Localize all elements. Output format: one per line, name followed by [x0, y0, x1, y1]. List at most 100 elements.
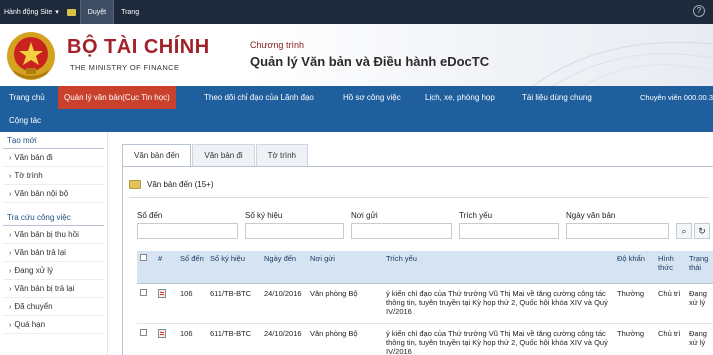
- filter-label-trich-yeu: Trích yếu: [459, 211, 493, 220]
- sidebar-item-label: Văn bản bị trả lại: [14, 284, 75, 293]
- panel-title-text: Văn bản đến (15+): [147, 180, 214, 189]
- col-header-noi-gui[interactable]: Nơi gửi: [307, 251, 383, 284]
- cell-trich-yeu[interactable]: ý kiến chỉ đạo của Thứ trưởng Vũ Thị Mai…: [383, 323, 614, 355]
- sidebar-section-lookup: Tra cứu công việc: [3, 209, 104, 226]
- filter-ngay-van-ban-input[interactable]: [566, 223, 669, 239]
- nav-shared-documents[interactable]: Tài liệu dùng chung: [522, 86, 592, 109]
- folder-icon: [129, 180, 141, 189]
- chevron-right-icon: ›: [9, 155, 12, 162]
- sidebar-item-overdue[interactable]: › Quá hạn: [3, 316, 104, 334]
- sidebar-item-label: Đang xử lý: [14, 266, 54, 275]
- program-label: Chương trình: [250, 40, 304, 50]
- col-header-hinh-thuc[interactable]: Hình thức: [655, 251, 686, 284]
- table-row[interactable]: 106 611/TB-BTC 24/10/2016 Văn phòng Bộ ý…: [137, 283, 713, 324]
- help-icon[interactable]: ?: [693, 5, 705, 17]
- filter-label-noi-gui: Nơi gửi: [351, 211, 378, 220]
- main-content: Văn bản đến Văn bản đi Tờ trình Văn bản …: [114, 132, 713, 355]
- chevron-right-icon: ›: [9, 322, 12, 329]
- ribbon-tab-page[interactable]: Trang: [114, 0, 146, 24]
- chevron-right-icon: ›: [9, 191, 12, 198]
- sidebar-item-label: Đã chuyển: [14, 302, 53, 311]
- filter-trich-yeu-input[interactable]: [459, 223, 559, 239]
- row-icon-cell: [155, 283, 177, 324]
- sidebar-item-transferred[interactable]: › Đã chuyển: [3, 298, 104, 316]
- national-emblem-icon: [7, 32, 55, 80]
- filter-so-den-input[interactable]: [137, 223, 238, 239]
- nav-schedule[interactable]: Lịch, xe, phòng họp: [425, 86, 495, 109]
- search-button[interactable]: ⌕: [676, 223, 692, 239]
- nav-home[interactable]: Trang chủ: [9, 86, 45, 109]
- cell-hinh-thuc: Chủ trì: [655, 323, 686, 355]
- brand-name: BỘ TÀI CHÍNH: [67, 36, 210, 58]
- filter-noi-gui-input[interactable]: [351, 223, 452, 239]
- panel-title: Văn bản đến (15+): [129, 180, 214, 189]
- document-tabs: Văn bản đến Văn bản đi Tờ trình: [122, 144, 309, 167]
- col-header-so-ky-hieu[interactable]: Số ký hiệu: [207, 251, 261, 284]
- tab-incoming[interactable]: Văn bản đến: [122, 144, 192, 167]
- row-checkbox[interactable]: [140, 328, 147, 336]
- col-header-trang-thai[interactable]: Trạng thái: [686, 251, 713, 284]
- sidebar-item-returned[interactable]: › Văn bản trả lại: [3, 244, 104, 262]
- sidebar-item-label: Văn bản nội bộ: [14, 189, 69, 198]
- cell-trang-thai: Đang xử lý: [686, 323, 713, 355]
- table-row[interactable]: 106 611/TB-BTC 24/10/2016 Văn phòng Bộ ý…: [137, 323, 713, 355]
- sidebar-item-internal[interactable]: › Văn bản nội bộ: [3, 185, 104, 203]
- select-all-checkbox[interactable]: [140, 254, 147, 261]
- select-all-checkbox-cell[interactable]: [137, 251, 155, 284]
- cell-trich-yeu[interactable]: ý kiến chỉ đạo của Thứ trưởng Vũ Thị Mai…: [383, 283, 614, 324]
- col-header-trich-yeu[interactable]: Trích yếu: [383, 251, 614, 284]
- cell-so-ky-hieu[interactable]: 611/TB-BTC: [207, 323, 261, 355]
- ribbon-tab-browse[interactable]: Duyệt: [79, 0, 115, 24]
- nav-document-management[interactable]: Quản lý văn bản(Cục Tin học): [58, 86, 176, 109]
- nav-work-records[interactable]: Hồ sơ công việc: [343, 86, 401, 109]
- cell-noi-gui: Văn phòng Bộ: [307, 283, 383, 324]
- sidebar-item-label: Tờ trình: [14, 171, 43, 180]
- sidebar-item-label: Văn bản bị thu hồi: [14, 230, 79, 239]
- chevron-down-icon: ▾: [55, 9, 59, 16]
- filter-label-ngay-van-ban: Ngày văn bản: [566, 211, 616, 220]
- chevron-right-icon: ›: [9, 173, 12, 180]
- nav-leadership-tracking[interactable]: Theo dõi chỉ đạo của Lãnh đạo: [204, 86, 314, 109]
- document-icon[interactable]: [158, 328, 166, 338]
- incoming-table: # Số đến Số ký hiệu Ngày đến Nơi gửi Trí…: [137, 251, 713, 355]
- sidebar-item-label: Văn bản trả lại: [14, 248, 66, 257]
- row-checkbox-cell: [137, 323, 155, 355]
- header-decoration: [532, 41, 713, 86]
- user-name[interactable]: Chuyên viên 000.00.3: [640, 86, 713, 109]
- folder-icon[interactable]: [66, 8, 76, 16]
- cell-trang-thai: Đang xử lý: [686, 283, 713, 324]
- row-checkbox-cell: [137, 283, 155, 324]
- tab-outgoing[interactable]: Văn bản đi: [192, 144, 255, 166]
- cell-hinh-thuc: Chủ trì: [655, 283, 686, 324]
- chevron-right-icon: ›: [9, 268, 12, 275]
- sidebar-section-create: Tạo mới: [3, 132, 104, 149]
- tab-submission[interactable]: Tờ trình: [255, 144, 309, 166]
- sidebar-item-revoked[interactable]: › Văn bản bị thu hồi: [3, 226, 104, 244]
- main-nav: Trang chủ Quản lý văn bản(Cục Tin học) T…: [0, 86, 713, 132]
- chevron-right-icon: ›: [9, 250, 12, 257]
- cell-so-ky-hieu[interactable]: 611/TB-BTC: [207, 283, 261, 324]
- top-ribbon: Hành động Site ▾ Duyệt Trang ?: [0, 0, 713, 24]
- filter-so-ky-hieu-input[interactable]: [245, 223, 344, 239]
- chevron-right-icon: ›: [9, 232, 12, 239]
- row-checkbox[interactable]: [140, 288, 147, 296]
- col-header-ngay-den[interactable]: Ngày đến: [261, 251, 307, 284]
- sidebar-item-sent-back[interactable]: › Văn bản bị trả lại: [3, 280, 104, 298]
- cell-so-den: 106: [177, 283, 207, 324]
- row-icon-cell: [155, 323, 177, 355]
- sidebar-item-outgoing[interactable]: › Văn bản đi: [3, 149, 104, 167]
- cell-do-khan: Thường: [614, 283, 655, 324]
- sidebar-item-label: Quá hạn: [14, 320, 46, 329]
- site-actions-menu[interactable]: Hành động Site ▾: [0, 8, 65, 17]
- col-header-so-den[interactable]: Số đến: [177, 251, 207, 284]
- sidebar-item-submission[interactable]: › Tờ trình: [3, 167, 104, 185]
- document-icon[interactable]: [158, 288, 166, 298]
- chevron-right-icon: ›: [9, 304, 12, 311]
- col-header-do-khan[interactable]: Độ khẩn: [614, 251, 655, 284]
- sidebar-item-processing[interactable]: › Đang xử lý: [3, 262, 104, 280]
- refresh-button[interactable]: ↻: [694, 223, 710, 239]
- nav-collaboration[interactable]: Cộng tác: [9, 109, 41, 132]
- col-header-index: #: [155, 251, 177, 284]
- cell-ngay-den: 24/10/2016: [261, 323, 307, 355]
- cell-noi-gui: Văn phòng Bộ: [307, 323, 383, 355]
